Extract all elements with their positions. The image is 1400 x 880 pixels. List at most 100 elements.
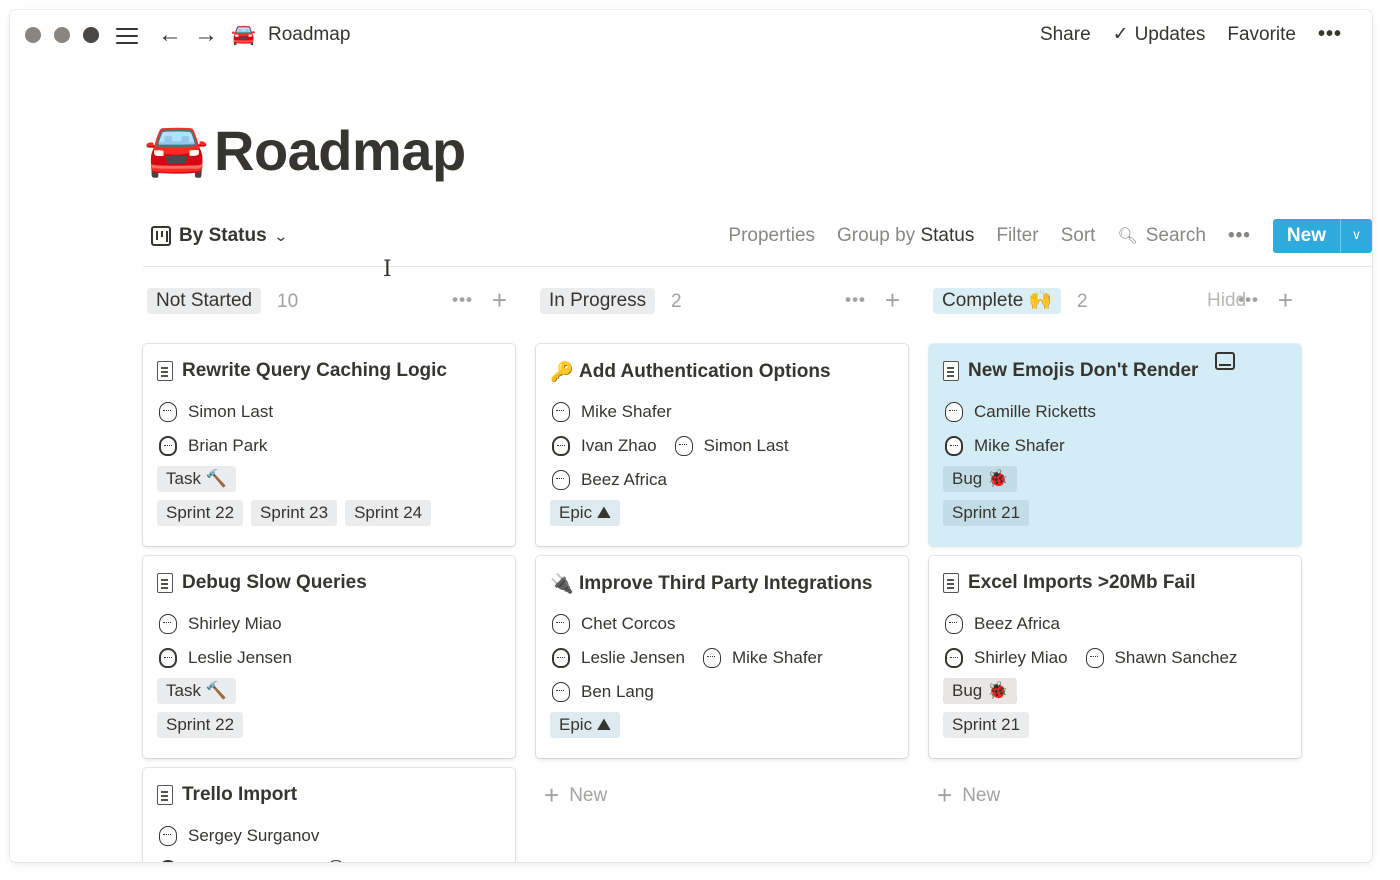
person: Beez Africa xyxy=(552,470,667,490)
card-title: Rewrite Query Caching Logic xyxy=(182,360,447,381)
avatar-icon xyxy=(945,648,963,668)
checkmark-icon: ✓ xyxy=(1112,24,1129,45)
add-card-label: New xyxy=(569,784,608,806)
card-people-row: Simon Last xyxy=(159,402,291,422)
card-people-row: Ben Lang xyxy=(552,682,672,702)
person: Shirley Miao xyxy=(945,648,1068,668)
add-card-button[interactable]: + New xyxy=(937,780,1000,811)
avatar-icon xyxy=(945,402,963,422)
view-actions: Properties Group by Status Filter Sort 🔍… xyxy=(728,219,1372,253)
card-people-row: Beez Africa xyxy=(945,614,1078,634)
board-card[interactable]: Debug Slow Queries Shirley Miao Leslie Jen… xyxy=(143,556,515,758)
card-title: Improve Third Party Integrations xyxy=(579,573,873,594)
person-name: Shirley Miao xyxy=(188,614,282,633)
filter-button[interactable]: Filter xyxy=(996,225,1038,247)
avatar-icon xyxy=(326,860,345,862)
person: Brian Park xyxy=(159,436,267,456)
avatar-icon xyxy=(945,436,963,456)
updates-label: Updates xyxy=(1134,24,1206,45)
new-dropdown-chevron-icon[interactable]: ∨ xyxy=(1340,219,1372,253)
document-icon xyxy=(943,361,959,381)
document-icon xyxy=(157,361,173,381)
plus-icon: + xyxy=(937,780,953,810)
status-label[interactable]: Not Started xyxy=(147,288,262,314)
board-card[interactable]: 🔌 Improve Third Party Integrations Chet Co… xyxy=(536,556,908,758)
column-add-icon[interactable]: + xyxy=(1278,285,1293,316)
card-title-row: 🔌 Improve Third Party Integrations xyxy=(550,572,873,596)
avatar-icon xyxy=(159,614,177,634)
favorite-button[interactable]: Favorite xyxy=(1227,24,1296,46)
share-button[interactable]: Share xyxy=(1040,24,1091,46)
column-add-icon[interactable]: + xyxy=(885,285,900,316)
person-name: Sergey Surganov xyxy=(356,860,487,862)
column-more-icon[interactable]: ••• xyxy=(845,290,866,310)
hidden-columns[interactable]: Hidd xyxy=(1197,282,1257,422)
person-name: Brian Park xyxy=(188,436,268,455)
card-people-row: Leslie Jensen Mike Shafer xyxy=(552,648,841,668)
text-cursor-icon: I xyxy=(383,257,392,282)
view-more-icon[interactable]: ••• xyxy=(1228,225,1251,247)
sprint-tag: Sprint 22 xyxy=(157,712,244,738)
card-title-row: Excel Imports >20Mb Fail xyxy=(943,572,1196,594)
more-options-icon[interactable]: ••• xyxy=(1318,23,1342,46)
person: Ben Lang xyxy=(552,682,654,702)
card-people-row: Chet Corcos xyxy=(552,614,693,634)
card-people-row: Brian Park xyxy=(159,436,285,456)
column-add-icon[interactable]: + xyxy=(492,285,507,316)
breadcrumb-title[interactable]: Roadmap xyxy=(268,24,350,46)
view-selector[interactable]: By Status ⌄ xyxy=(151,225,288,247)
group-by-button[interactable]: Group by Status xyxy=(837,225,974,247)
window-maximize-button[interactable] xyxy=(83,27,99,43)
search-button[interactable]: 🔍︎ Search xyxy=(1117,225,1206,247)
forward-arrow-icon[interactable]: → xyxy=(194,21,218,49)
card-title: Add Authentication Options xyxy=(579,361,831,382)
back-arrow-icon[interactable]: ← xyxy=(158,21,182,49)
avatar-icon xyxy=(674,436,693,456)
card-people-row: Shirley Miao xyxy=(159,614,300,634)
inbox-icon xyxy=(1215,352,1235,370)
card-title-row: New Emojis Don't Render xyxy=(943,360,1198,382)
status-label[interactable]: In Progress xyxy=(540,288,656,314)
updates-button[interactable]: ✓ Updates xyxy=(1113,23,1206,46)
person-name: Beez Africa xyxy=(581,470,667,489)
hidden-columns-label: Hidd xyxy=(1207,290,1247,311)
sort-button[interactable]: Sort xyxy=(1061,225,1096,247)
new-button[interactable]: New xyxy=(1273,219,1340,253)
person: Harrison Medoff xyxy=(159,860,309,862)
page-icon[interactable]: 🚘 xyxy=(144,120,209,180)
status-label[interactable]: Complete 🙌 xyxy=(933,288,1062,314)
add-card-button[interactable]: + New xyxy=(544,780,607,811)
page-title[interactable]: Roadmap xyxy=(214,118,466,184)
board-card[interactable]: Rewrite Query Caching Logic Simon Last Bri… xyxy=(143,344,515,546)
person: Sergey Surganov xyxy=(326,860,487,862)
search-label: Search xyxy=(1145,225,1206,246)
column-more-icon[interactable]: ••• xyxy=(452,290,473,310)
person-name: Ben Lang xyxy=(581,682,654,701)
board-card[interactable]: Excel Imports >20Mb Fail Beez Africa Shirl… xyxy=(929,556,1301,758)
document-icon xyxy=(157,785,173,805)
person: Chet Corcos xyxy=(552,614,675,634)
avatar-icon xyxy=(1085,648,1104,668)
epic-tag: Epic ⛰ xyxy=(550,712,621,738)
window-close-button[interactable] xyxy=(25,27,41,43)
window-minimize-button[interactable] xyxy=(54,27,70,43)
sprint-tag: Sprint 21 xyxy=(943,712,1030,738)
group-by-value: Status xyxy=(920,225,975,246)
menu-icon[interactable] xyxy=(116,26,140,46)
card-title: New Emojis Don't Render xyxy=(968,360,1199,381)
person-name: Sergey Surganov xyxy=(188,826,320,845)
board-card[interactable]: 🔑 Add Authentication Options Mike Shafer Iv… xyxy=(536,344,908,546)
top-actions: Share ✓ Updates Favorite ••• xyxy=(1040,23,1342,46)
board-card[interactable]: Trello ImportSergey SurganovHarrison Med… xyxy=(143,768,515,862)
card-title-row: Debug Slow Queries xyxy=(157,572,367,594)
plus-icon: + xyxy=(544,780,560,810)
column-count: 2 xyxy=(671,291,682,312)
person: Simon Last xyxy=(674,436,789,456)
view-name: By Status xyxy=(179,225,267,246)
card-tag-row: Epic ⛰ xyxy=(550,500,621,526)
person-name: Leslie Jensen xyxy=(188,648,292,667)
card-tag-row: Sprint 22 xyxy=(157,712,244,738)
task-tag: Task 🔨 xyxy=(157,678,236,704)
properties-button[interactable]: Properties xyxy=(728,225,815,247)
card-tag-row: Epic ⛰ xyxy=(550,712,621,738)
